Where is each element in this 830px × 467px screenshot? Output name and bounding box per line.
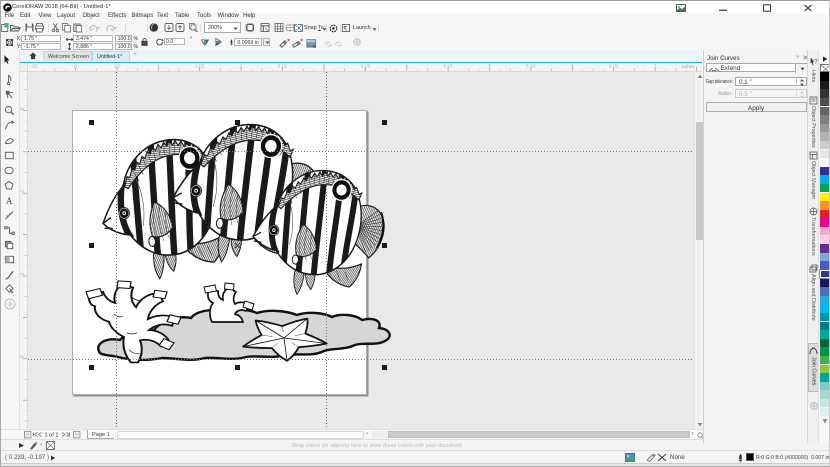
svg-text:0: 0: [75, 63, 78, 68]
svg-text:1: 1: [158, 63, 161, 68]
svg-text:3: 3: [323, 63, 326, 68]
svg-text:2: 2: [240, 63, 243, 68]
svg-text:1 1/2: 1 1/2: [195, 63, 205, 68]
svg-text:1/2: 1/2: [114, 63, 120, 68]
svg-text:3 1/2: 3 1/2: [361, 63, 371, 68]
svg-text:-1: -1: [20, 189, 25, 193]
svg-text:7: 7: [654, 63, 657, 68]
svg-text:5: 5: [489, 63, 492, 68]
svg-text:-2: -2: [20, 272, 25, 276]
svg-text:2 1/2: 2 1/2: [278, 63, 288, 68]
svg-text:0: 0: [20, 107, 25, 110]
svg-text:?: ?: [814, 58, 818, 65]
svg-text:4: 4: [406, 63, 409, 68]
svg-text:6 1/2: 6 1/2: [609, 63, 619, 68]
svg-text:inches: inches: [682, 64, 696, 69]
svg-text:-3: -3: [20, 354, 25, 358]
svg-text:A: A: [6, 196, 13, 206]
svg-text:6: 6: [572, 63, 575, 68]
svg-text:4 1/2: 4 1/2: [444, 63, 454, 68]
svg-text:-1/2: -1/2: [31, 63, 39, 68]
svg-text:5 1/2: 5 1/2: [527, 63, 537, 68]
